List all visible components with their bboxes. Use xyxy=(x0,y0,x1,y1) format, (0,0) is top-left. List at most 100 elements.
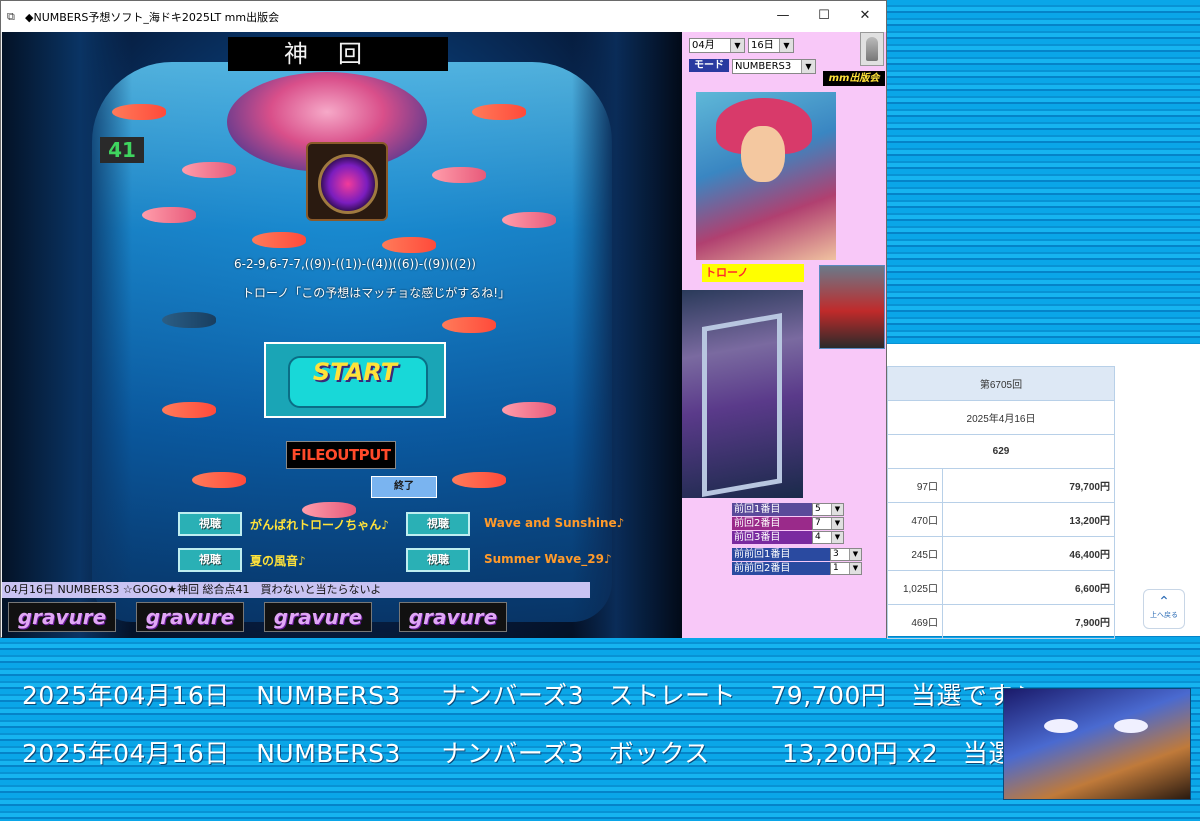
kamikai-logo: 神回 xyxy=(228,37,448,71)
close-button[interactable]: ✕ xyxy=(845,1,885,32)
statue-figure xyxy=(866,37,878,61)
announce-game-jp: ナンバーズ3 xyxy=(441,739,584,768)
table-row: 1,025口 6,600円 xyxy=(887,570,1115,605)
chevron-up-icon: ⌃ xyxy=(1158,594,1170,610)
window-title: ◆NUMBERS予想ソフト_海ドキ2025LT mm出版会 xyxy=(25,11,280,24)
thumbnail-image[interactable] xyxy=(819,265,885,349)
minimize-button[interactable]: — xyxy=(763,1,803,32)
announce-type: ボックス xyxy=(608,739,710,768)
publisher-label: mm出版会 xyxy=(823,71,885,86)
character-closeup-image xyxy=(1003,688,1191,800)
fish xyxy=(472,104,526,120)
fish xyxy=(112,104,166,120)
date-cell: 2025年4月16日 xyxy=(887,400,1115,435)
listen-button-2[interactable]: 視聴 xyxy=(406,512,470,536)
previous-result-label: 前前回1番目 xyxy=(732,548,830,561)
song-title-2: Wave and Sunshine♪ xyxy=(484,516,625,530)
fish xyxy=(162,402,216,418)
fish xyxy=(162,312,216,328)
chevron-down-icon: ▼ xyxy=(801,60,815,73)
song-title-3: 夏の風音♪ xyxy=(250,554,306,568)
chevron-down-icon: ▼ xyxy=(831,532,843,543)
announce-game-jp: ナンバーズ3 xyxy=(441,681,584,710)
announce-amount: 79,700円 xyxy=(770,681,887,710)
title-bar: ⧉ ◆NUMBERS予想ソフト_海ドキ2025LT mm出版会 — ☐ ✕ xyxy=(1,1,886,32)
previous-result-label: 前回3番目 xyxy=(732,531,812,544)
gravure-label: gravure xyxy=(273,605,363,629)
gravure-button-2[interactable]: gravure xyxy=(136,602,244,632)
gravure-label: gravure xyxy=(408,605,498,629)
announce-amount: 13,200円 x2 xyxy=(782,739,939,768)
announcement-line-2: 2025年04月16日 NUMBERS3 ナンバーズ3 ボックス 13,200円… xyxy=(22,734,1081,770)
fish xyxy=(382,237,436,253)
listen-button-3[interactable]: 視聴 xyxy=(178,548,242,572)
fish xyxy=(182,162,236,178)
listen-button-1[interactable]: 視聴 xyxy=(178,512,242,536)
month-select[interactable]: 04月 ▼ xyxy=(689,38,745,53)
gravure-label: gravure xyxy=(145,605,235,629)
previous-result-value: 4 xyxy=(815,532,821,542)
previous-result-value: 7 xyxy=(815,518,821,528)
table-row: 97口 79,700円 xyxy=(887,468,1115,503)
tank-left-wall xyxy=(2,32,132,638)
mode-label: モード xyxy=(689,59,729,72)
chevron-down-icon: ▼ xyxy=(849,549,861,560)
mode-value: NUMBERS3 xyxy=(735,61,792,72)
day-value: 16日 xyxy=(751,40,774,51)
previous-result-select[interactable]: 4 ▼ xyxy=(812,531,844,544)
previous-result-value: 1 xyxy=(833,563,839,573)
previous-result-value: 5 xyxy=(815,504,821,514)
portrait-face xyxy=(741,126,785,182)
fish xyxy=(442,317,496,333)
emblem-icon xyxy=(318,154,378,214)
announcement-line-1: 2025年04月16日 NUMBERS3 ナンバーズ3 ストレート 79,700… xyxy=(22,676,1029,712)
character-photo xyxy=(682,290,803,498)
fish xyxy=(252,232,306,248)
table-row: 470口 13,200円 xyxy=(887,502,1115,537)
announce-type: ストレート xyxy=(608,681,736,710)
previous-result-select[interactable]: 7 ▼ xyxy=(812,517,844,530)
score-counter: 41 xyxy=(100,137,144,163)
winning-number-cell: 629 xyxy=(887,434,1115,469)
emblem-badge xyxy=(306,142,388,221)
start-label: START xyxy=(312,358,398,386)
previous-result-label: 前回2番目 xyxy=(732,517,812,530)
control-panel: 04月 ▼ 16日 ▼ モード NUMBERS3 ▼ mm出版会 トローノ 前回1番目… xyxy=(682,32,886,638)
gravure-button-3[interactable]: gravure xyxy=(264,602,372,632)
game-canvas: 神回 41 6-2-9,6-7-7,((9))-((1))-((4))((6))… xyxy=(2,32,682,638)
lottery-results-page: 第6705回 2025年4月16日 629 97口 79,700円 470口 13,… xyxy=(887,344,1200,639)
fish xyxy=(142,207,196,223)
status-bar: 04月16日 NUMBERS3 ☆GOGO★神回 総合点41 買わないと当たらな… xyxy=(2,582,590,598)
maximize-button[interactable]: ☐ xyxy=(804,1,844,32)
mode-select[interactable]: NUMBERS3 ▼ xyxy=(732,59,816,74)
character-portrait xyxy=(696,92,836,260)
song-title-1: がんばれトローノちゃん♪ xyxy=(250,518,389,532)
announce-game: NUMBERS3 xyxy=(256,739,401,768)
back-to-top-button[interactable]: ⌃ 上へ戻る xyxy=(1143,589,1185,629)
app-window: ⧉ ◆NUMBERS予想ソフト_海ドキ2025LT mm出版会 — ☐ ✕ 神回… xyxy=(0,0,887,638)
eye-shape xyxy=(1044,719,1078,733)
prediction-text: 6-2-9,6-7-7,((9))-((1))-((4))((6))-((9))… xyxy=(234,257,476,271)
previous-result-select[interactable]: 1 ▼ xyxy=(830,562,862,575)
gravure-button-1[interactable]: gravure xyxy=(8,602,116,632)
previous-result-select[interactable]: 3 ▼ xyxy=(830,548,862,561)
photo-frame xyxy=(702,312,782,498)
exit-button[interactable]: 終了 xyxy=(371,476,437,498)
gravure-label: gravure xyxy=(17,605,107,629)
announce-date: 2025年04月16日 xyxy=(22,681,230,710)
gravure-button-4[interactable]: gravure xyxy=(399,602,507,632)
character-quote: トローノ「この予想はマッチョな感じがするね!」 xyxy=(242,286,511,300)
start-button[interactable]: START xyxy=(264,342,446,418)
fish xyxy=(432,167,486,183)
chevron-down-icon: ▼ xyxy=(831,518,843,529)
file-output-button[interactable]: FILEOUTPUT xyxy=(286,441,396,469)
fish xyxy=(502,212,556,228)
day-select[interactable]: 16日 ▼ xyxy=(748,38,794,53)
song-title-4: Summer Wave_29♪ xyxy=(484,552,612,566)
previous-result-select[interactable]: 5 ▼ xyxy=(812,503,844,516)
statue-icon[interactable] xyxy=(860,32,884,66)
character-name: トローノ xyxy=(702,264,804,282)
chevron-down-icon: ▼ xyxy=(779,39,793,52)
listen-button-4[interactable]: 視聴 xyxy=(406,548,470,572)
tank-right-wall xyxy=(572,32,682,638)
